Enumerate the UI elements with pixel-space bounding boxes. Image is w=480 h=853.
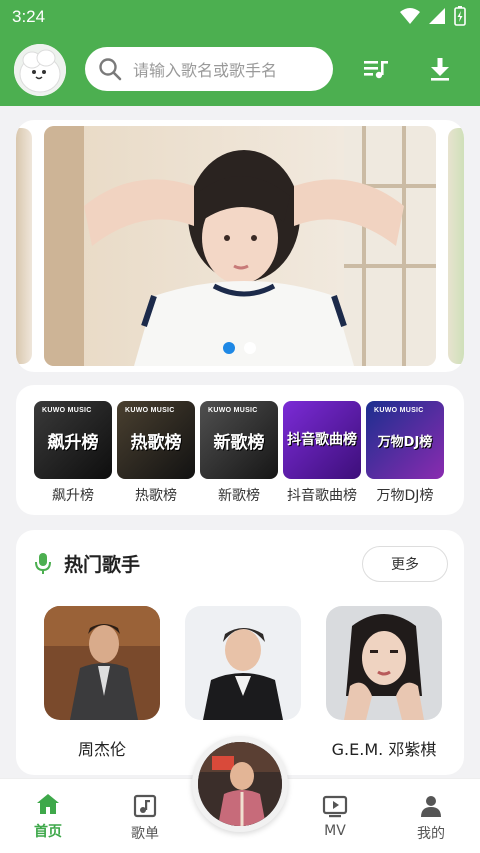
chart-cover: KUWO MUSIC 新歌榜 (200, 401, 278, 479)
carousel-dot[interactable] (244, 342, 256, 354)
chart-item-dj[interactable]: KUWO MUSIC 万物DJ榜 万物DJ榜 (366, 401, 444, 505)
microphone-icon (35, 553, 51, 574)
top-bar: 请输入歌名或歌手名 (0, 36, 480, 106)
singer-name: G.E.M. 邓紫棋 (331, 740, 437, 759)
nav-home-label: 首页 (34, 824, 62, 840)
singer-photo (44, 606, 160, 720)
singer-photo (185, 606, 301, 720)
chart-cover-title: 新歌榜 (213, 432, 265, 453)
banner-next-slide[interactable] (448, 128, 464, 364)
chart-item-douyin[interactable]: 抖音歌曲榜 抖音歌曲榜 (283, 401, 361, 505)
chart-cover: 抖音歌曲榜 (283, 401, 361, 479)
search-icon (99, 58, 122, 81)
now-playing-artwork (198, 742, 282, 826)
status-icons (400, 6, 466, 26)
video-icon (322, 795, 348, 818)
now-playing-cover (198, 742, 282, 826)
singer-portrait (326, 606, 442, 720)
chart-label: 飙升榜 (52, 488, 94, 504)
status-bar: 3:24 (0, 0, 480, 36)
more-button[interactable]: 更多 (362, 546, 448, 582)
chart-brand: KUWO MUSIC (125, 407, 175, 414)
search-placeholder: 请输入歌名或歌手名 (133, 61, 278, 80)
chart-item-soaring[interactable]: KUWO MUSIC 飙升榜 飙升榜 (34, 401, 112, 505)
chart-item-hot[interactable]: KUWO MUSIC 热歌榜 热歌榜 (117, 401, 195, 505)
singer-card[interactable]: 周杰伦 (44, 606, 160, 760)
rank-charts-section: KUWO MUSIC 飙升榜 飙升榜 KUWO MUSIC 热歌榜 热歌榜 KU… (16, 385, 464, 515)
chart-label: 抖音歌曲榜 (287, 488, 357, 504)
chart-cover: KUWO MUSIC 热歌榜 (117, 401, 195, 479)
download-icon (431, 58, 449, 81)
banner-carousel[interactable] (16, 120, 464, 372)
now-playing-disc[interactable] (192, 736, 288, 832)
user-avatar[interactable] (14, 44, 66, 96)
singer-portrait (185, 606, 301, 720)
chart-brand: KUWO MUSIC (208, 407, 258, 414)
banner-photo (44, 126, 436, 366)
person-icon (421, 796, 441, 817)
banner-image[interactable] (44, 126, 436, 366)
chart-cover-title: 万物DJ榜 (377, 434, 433, 450)
chart-label: 新歌榜 (218, 488, 260, 504)
nav-mv-label: MV (324, 823, 346, 839)
status-time: 3:24 (12, 7, 46, 26)
nav-playlists[interactable]: 歌单 (110, 793, 180, 843)
chart-cover-title: 热歌榜 (130, 432, 182, 453)
section-title: 热门歌手 (64, 554, 141, 576)
chart-cover-title: 抖音歌曲榜 (287, 431, 357, 448)
album-icon (133, 794, 157, 818)
banner-prev-slide[interactable] (16, 128, 32, 364)
search-input[interactable]: 请输入歌名或歌手名 (85, 47, 333, 91)
chart-brand: KUWO MUSIC (374, 407, 424, 414)
chart-cover: KUWO MUSIC 万物DJ榜 (366, 401, 444, 479)
chart-label: 热歌榜 (135, 488, 177, 504)
chart-cover: KUWO MUSIC 飙升榜 (34, 401, 112, 479)
chart-cover-title: 飙升榜 (47, 432, 99, 453)
singer-card[interactable]: G.E.M. 邓紫棋 (326, 606, 442, 760)
chart-label: 万物DJ榜 (376, 488, 434, 504)
playlist-music-icon (364, 61, 388, 79)
singer-name: 周杰伦 (77, 740, 126, 759)
playlist-queue-button[interactable] (361, 54, 391, 84)
mascot-icon (14, 44, 66, 96)
singer-photo (326, 606, 442, 720)
signal-icon (429, 8, 445, 24)
home-icon (37, 794, 59, 814)
carousel-dot-active[interactable] (223, 342, 235, 354)
singer-portrait (44, 606, 160, 720)
battery-icon (454, 6, 466, 26)
nav-playlists-label: 歌单 (131, 826, 159, 842)
wifi-icon (400, 8, 420, 24)
nav-mv[interactable]: MV (300, 793, 370, 839)
download-button[interactable] (425, 54, 455, 84)
chart-item-new[interactable]: KUWO MUSIC 新歌榜 新歌榜 (200, 401, 278, 505)
nav-mine-label: 我的 (417, 826, 445, 842)
chart-brand: KUWO MUSIC (42, 407, 92, 414)
nav-home[interactable]: 首页 (13, 791, 83, 841)
nav-mine[interactable]: 我的 (396, 793, 466, 843)
